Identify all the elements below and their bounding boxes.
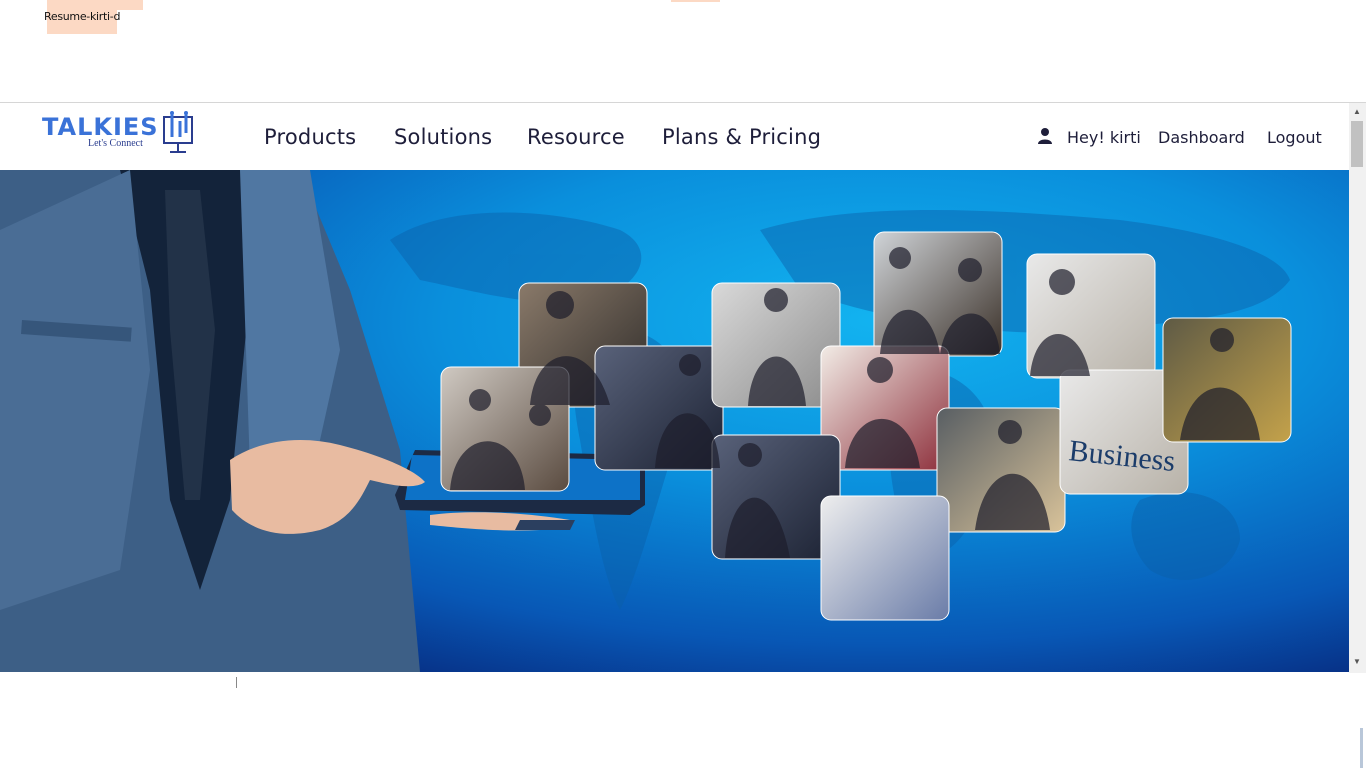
monitor-logo-icon: [163, 111, 193, 153]
nav-plans-pricing[interactable]: Plans & Pricing: [662, 125, 821, 149]
scrollbar-thumb[interactable]: [1351, 121, 1363, 167]
photo-collage: Business: [440, 231, 1292, 621]
vertical-scrollbar[interactable]: ▲ ▼: [1349, 103, 1366, 673]
navbar: TALKIES Let's Connect Products Solutions…: [0, 103, 1349, 170]
text-cursor: [236, 677, 237, 688]
logo-tagline: Let's Connect: [88, 138, 143, 149]
nav-solutions[interactable]: Solutions: [394, 125, 492, 149]
highlight-block: [47, 0, 143, 10]
highlight-block: [671, 0, 720, 2]
nav-resource[interactable]: Resource: [527, 125, 625, 149]
logout-link[interactable]: Logout: [1267, 128, 1322, 147]
browser-chrome-area: Resume-kirti-d: [0, 0, 1366, 102]
scroll-up-arrow-icon[interactable]: ▲: [1353, 107, 1361, 116]
tab-title[interactable]: Resume-kirti-d: [44, 10, 124, 23]
dashboard-link[interactable]: Dashboard: [1158, 128, 1245, 147]
logo-wordmark: TALKIES: [42, 113, 159, 141]
hero-banner: Business: [0, 170, 1349, 672]
logo[interactable]: TALKIES Let's Connect: [40, 111, 200, 159]
nav-products[interactable]: Products: [264, 125, 356, 149]
user-icon: [1038, 128, 1052, 144]
user-greeting[interactable]: Hey! kirti: [1067, 128, 1141, 147]
scroll-down-arrow-icon[interactable]: ▼: [1353, 657, 1361, 666]
page-frame: TALKIES Let's Connect Products Solutions…: [0, 102, 1366, 673]
edge-marker: [1360, 728, 1363, 768]
